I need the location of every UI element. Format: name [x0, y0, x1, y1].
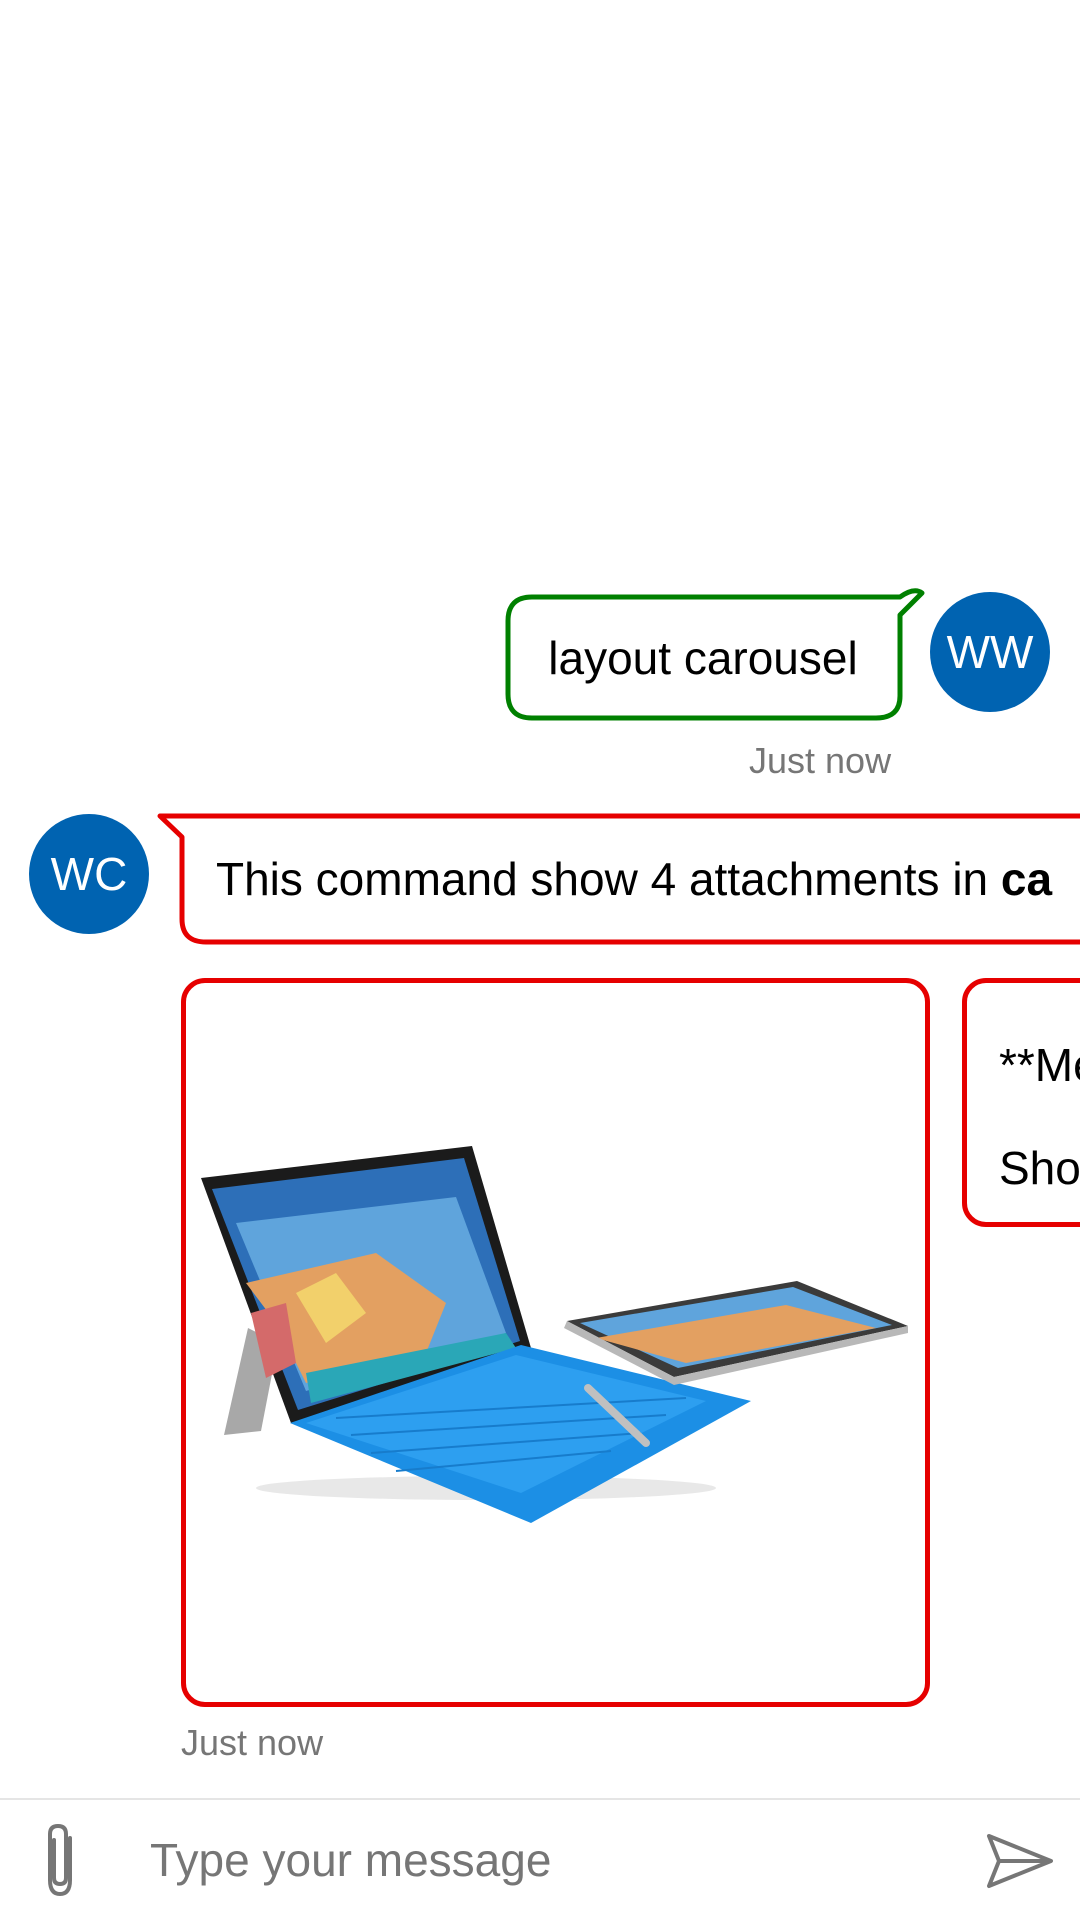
- send-button[interactable]: [985, 1832, 1055, 1890]
- chat-window: layout carousel WW Just now WC This comm…: [0, 0, 1080, 1920]
- bot-message-timestamp: Just now: [181, 1722, 324, 1763]
- card-title-text: **Me: [999, 1039, 1080, 1091]
- bot-message-text-bold: ca: [1000, 853, 1053, 905]
- user-message-bubble: layout carousel: [505, 588, 925, 721]
- bot-avatar: WC: [29, 814, 149, 934]
- user-message-timestamp: Just now: [749, 740, 892, 781]
- bot-message-text: This command show 4 attachments in ca: [216, 813, 1052, 945]
- bot-message-text-regular: This command show 4 attachments in: [216, 853, 1001, 905]
- card-body-text: Sho: [999, 1142, 1080, 1194]
- user-avatar: WW: [930, 592, 1050, 712]
- bot-message-bubble: This command show 4 attachments in ca: [157, 813, 1080, 945]
- user-message-text: layout carousel: [548, 631, 858, 684]
- laptop-tablet-product-image: [201, 1146, 908, 1523]
- message-input[interactable]: [150, 1822, 950, 1898]
- carousel-card-text[interactable]: **Me Sho: [962, 978, 1080, 1227]
- compose-bar: [0, 1798, 1080, 1920]
- carousel-card-image[interactable]: [181, 978, 930, 1707]
- send-icon: [987, 1834, 1053, 1888]
- paperclip-icon: [48, 1823, 72, 1897]
- attach-button[interactable]: [30, 1820, 90, 1900]
